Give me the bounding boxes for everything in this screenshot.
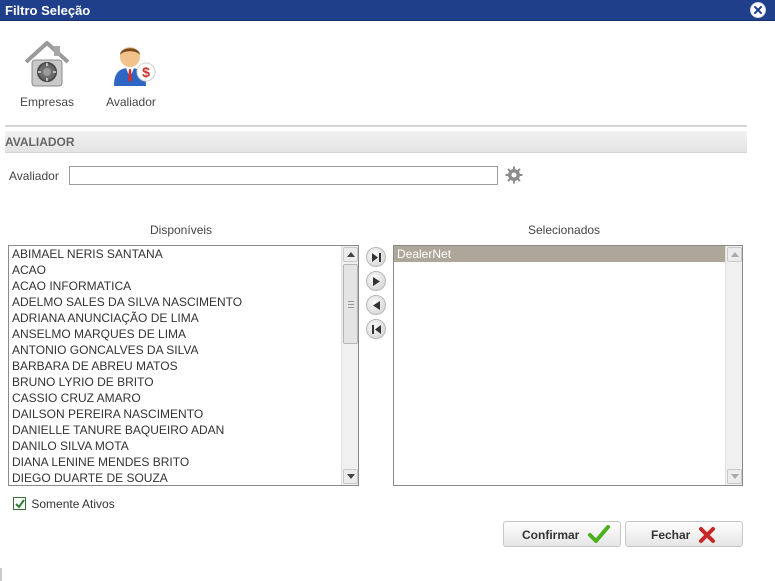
- list-item[interactable]: ABIMAEL NERIS SANTANA: [9, 246, 341, 262]
- available-scrollbar[interactable]: [341, 246, 358, 485]
- move-all-left-button[interactable]: [366, 319, 386, 339]
- list-item[interactable]: BARBARA DE ABREU MATOS: [9, 358, 341, 374]
- selected-list-title: Selecionados: [528, 223, 601, 237]
- list-item[interactable]: DIANA LENINE MENDES BRITO: [9, 454, 341, 470]
- divider: [5, 125, 747, 127]
- only-active-checkbox[interactable]: [13, 497, 26, 511]
- close-window-button[interactable]: [750, 2, 766, 18]
- arrow-up-icon: [347, 252, 355, 257]
- evaluator-person-icon: $: [114, 47, 156, 86]
- list-item[interactable]: DANIELLE TANURE BAQUEIRO ADAN: [9, 422, 341, 438]
- move-all-right-button[interactable]: [366, 247, 386, 267]
- list-item[interactable]: DIEGO DUARTE DE SOUZA: [9, 470, 341, 485]
- grip-icon: [348, 301, 354, 308]
- scroll-up-button[interactable]: [343, 247, 358, 262]
- close-icon: [754, 6, 762, 14]
- list-item[interactable]: CASSIO CRUZ AMARO: [9, 390, 341, 406]
- list-item[interactable]: ADRIANA ANUNCIAÇÃO DE LIMA: [9, 310, 341, 326]
- move-left-icon: [373, 301, 380, 310]
- confirm-button[interactable]: Confirmar: [503, 521, 621, 547]
- section-title: AVALIADOR: [5, 135, 75, 149]
- gear-icon: [505, 166, 523, 184]
- list-item[interactable]: ADELMO SALES DA SILVA NASCIMENTO: [9, 294, 341, 310]
- available-list-title: Disponíveis: [150, 223, 213, 237]
- list-item[interactable]: DAILSON PEREIRA NASCIMENTO: [9, 406, 341, 422]
- close-button-label: Fechar: [651, 528, 691, 542]
- only-active-option[interactable]: Somente Ativos: [13, 496, 115, 511]
- red-x-icon: [699, 527, 715, 543]
- available-listbox[interactable]: ABIMAEL NERIS SANTANA ACAO ACAO INFORMAT…: [8, 245, 359, 486]
- only-active-label: Somente Ativos: [31, 496, 115, 511]
- scroll-down-button[interactable]: [727, 469, 742, 484]
- arrow-down-icon: [731, 474, 739, 479]
- close-button[interactable]: Fechar: [625, 521, 743, 547]
- window-titlebar: Filtro Seleção: [0, 0, 775, 21]
- move-all-left-icon: [372, 325, 381, 334]
- list-item[interactable]: ACAO INFORMATICA: [9, 278, 341, 294]
- toolbar-avaliador-button[interactable]: $ Avaliador: [96, 38, 166, 109]
- green-check-icon: [588, 525, 610, 543]
- list-item[interactable]: ANSELMO MARQUES DE LIMA: [9, 326, 341, 342]
- move-right-button[interactable]: [366, 271, 386, 291]
- gear-button[interactable]: [505, 166, 523, 184]
- arrow-down-icon: [347, 474, 355, 479]
- scroll-down-button[interactable]: [343, 469, 358, 484]
- safe-house-icon: [24, 41, 70, 87]
- window-title: Filtro Seleção: [5, 3, 91, 18]
- selected-listbox[interactable]: DealerNet: [393, 245, 743, 486]
- selected-scrollbar[interactable]: [725, 246, 742, 485]
- move-left-button[interactable]: [366, 295, 386, 315]
- avaliador-field-label: Avaliador: [9, 169, 59, 183]
- arrow-up-icon: [731, 252, 739, 257]
- list-item[interactable]: ACAO: [9, 262, 341, 278]
- section-header: AVALIADOR: [5, 131, 747, 153]
- confirm-button-label: Confirmar: [522, 528, 580, 542]
- svg-text:$: $: [142, 64, 150, 80]
- toolbar-empresas-button[interactable]: Empresas: [12, 38, 82, 109]
- list-item[interactable]: DealerNet: [394, 246, 725, 262]
- checkmark-icon: [15, 499, 25, 509]
- avaliador-field[interactable]: [69, 166, 498, 185]
- list-item[interactable]: ANTONIO GONCALVES DA SILVA: [9, 342, 341, 358]
- move-right-icon: [373, 277, 380, 286]
- toolbar-avaliador-label: Avaliador: [106, 95, 156, 109]
- scroll-up-button[interactable]: [727, 247, 742, 262]
- resize-edge: [0, 568, 2, 581]
- scroll-thumb[interactable]: [343, 264, 358, 344]
- list-item[interactable]: DANILO SILVA MOTA: [9, 438, 341, 454]
- list-item[interactable]: BRUNO LYRIO DE BRITO: [9, 374, 341, 390]
- move-all-right-icon: [372, 253, 381, 262]
- toolbar-empresas-label: Empresas: [19, 95, 75, 109]
